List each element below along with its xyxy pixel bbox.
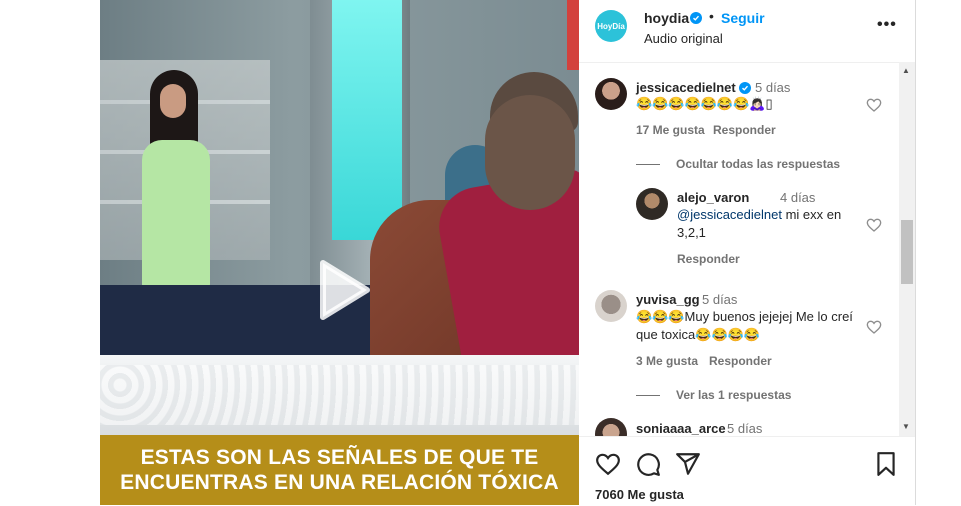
reply-button[interactable]: Responder bbox=[709, 354, 772, 368]
scroll-up-icon[interactable]: ▲ bbox=[902, 66, 910, 75]
comment-time[interactable]: 4 días bbox=[780, 190, 815, 205]
caption-line-2: ENCUENTRAS EN UNA RELACIÓN TÓXICA bbox=[120, 471, 559, 494]
avatar[interactable] bbox=[595, 78, 627, 110]
comment-likes[interactable]: 17 Me gusta bbox=[636, 123, 705, 137]
play-icon bbox=[320, 260, 370, 320]
toggle-replies-button[interactable]: Ocultar todas las respuestas bbox=[636, 157, 840, 171]
reply-button[interactable]: Responder bbox=[713, 123, 776, 137]
reply-button[interactable]: Responder bbox=[677, 252, 740, 266]
side-stripe bbox=[567, 0, 579, 70]
likes-count[interactable]: 7060 Me gusta bbox=[595, 487, 684, 502]
scene-light bbox=[332, 0, 402, 240]
comments-list[interactable]: jessicacedielnet 5 días 😂😂😂😂😂😂😂🙇🏻‍♀️▯ 17… bbox=[579, 62, 915, 436]
woman-face bbox=[160, 84, 186, 118]
share-icon[interactable] bbox=[675, 451, 701, 477]
verified-icon bbox=[739, 82, 751, 94]
like-heart-icon[interactable] bbox=[866, 97, 882, 113]
audio-link[interactable]: Audio original bbox=[644, 31, 723, 46]
comment-icon[interactable] bbox=[635, 451, 661, 477]
comment-time[interactable]: 5 días bbox=[727, 421, 762, 436]
comment-text: 😂😂😂Muy buenos jejejej Me lo creí que tox… bbox=[636, 309, 853, 342]
like-heart-icon[interactable] bbox=[866, 319, 882, 335]
avatar-label: HoyDía bbox=[597, 21, 625, 31]
woman-dress bbox=[142, 140, 210, 290]
comment-time[interactable]: 5 días bbox=[702, 292, 737, 307]
separator-dot: • bbox=[709, 8, 714, 24]
avatar[interactable] bbox=[595, 290, 627, 322]
comment-username[interactable]: alejo_varon bbox=[677, 190, 749, 205]
man-head bbox=[485, 95, 575, 210]
avatar[interactable] bbox=[595, 418, 627, 436]
more-options-icon[interactable]: ••• bbox=[877, 16, 897, 36]
scroll-down-icon[interactable]: ▼ bbox=[902, 422, 910, 431]
view-replies-button[interactable]: Ver las 1 respuestas bbox=[636, 388, 791, 402]
like-icon[interactable] bbox=[595, 451, 621, 477]
post-actions: 7060 Me gusta bbox=[579, 436, 915, 506]
comment-username[interactable]: jessicacedielnet bbox=[636, 80, 736, 95]
account-username[interactable]: hoydia bbox=[644, 10, 689, 26]
comment-username[interactable]: soniaaaa_arce bbox=[636, 421, 726, 436]
comment-likes[interactable]: 3 Me gusta bbox=[636, 354, 698, 368]
caption-banner: ESTAS SON LAS SEÑALES DE QUE TE ENCUENTR… bbox=[100, 435, 579, 505]
save-bookmark-icon[interactable] bbox=[873, 451, 899, 477]
play-button[interactable] bbox=[300, 250, 380, 330]
account-avatar[interactable]: HoyDía bbox=[595, 10, 627, 42]
caption-line-1: ESTAS SON LAS SEÑALES DE QUE TE bbox=[140, 446, 539, 469]
scrollbar-thumb[interactable] bbox=[901, 220, 913, 284]
follow-button[interactable]: Seguir bbox=[721, 10, 765, 26]
mention-link[interactable]: @jessicacedielnet bbox=[677, 207, 782, 222]
reel-video[interactable]: ESTAS SON LAS SEÑALES DE QUE TE ENCUENTR… bbox=[100, 0, 579, 505]
comment-text: @jessicacedielnet mi exx en 3,2,1 bbox=[677, 206, 862, 242]
comment-username[interactable]: yuvisa_gg bbox=[636, 292, 700, 307]
bed bbox=[100, 355, 579, 435]
verified-icon bbox=[690, 12, 702, 24]
post-panel: HoyDía hoydia • Seguir Audio original ••… bbox=[579, 0, 916, 505]
post-header: HoyDía hoydia • Seguir Audio original ••… bbox=[579, 0, 915, 63]
like-heart-icon[interactable] bbox=[866, 217, 882, 233]
avatar[interactable] bbox=[636, 188, 668, 220]
comment-text: 😂😂😂😂😂😂😂🙇🏻‍♀️▯ bbox=[636, 96, 773, 111]
comment-time[interactable]: 5 días bbox=[755, 80, 790, 95]
